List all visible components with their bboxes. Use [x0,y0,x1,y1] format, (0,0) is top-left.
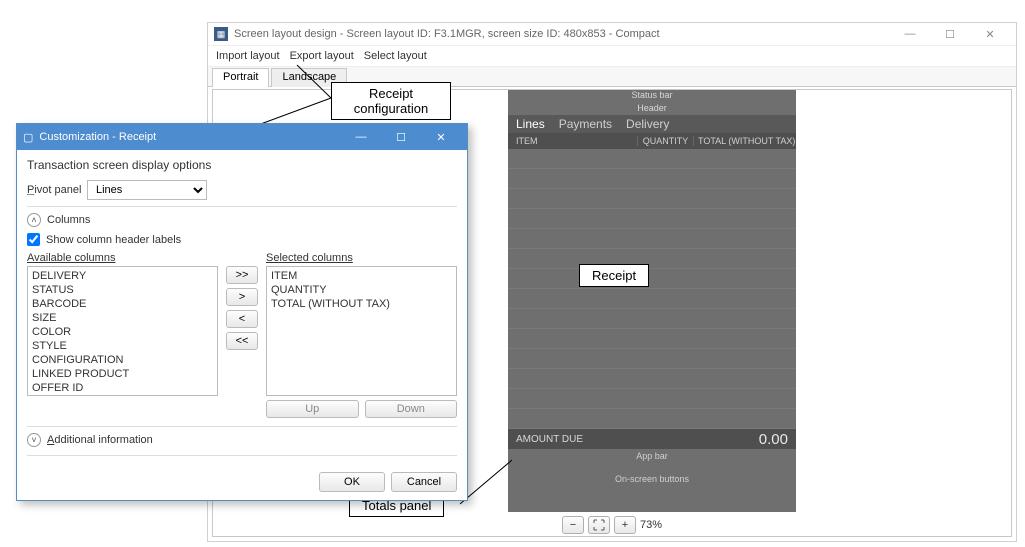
receipt-row [508,369,796,389]
receipt-row [508,149,796,169]
list-item[interactable]: ORIGINAL PRICE [32,395,213,396]
dialog-footer: OK Cancel [17,466,467,500]
selected-columns-label: Selected columns [266,252,457,264]
pivot-tab-lines[interactable]: Lines [516,117,545,131]
ok-button[interactable]: OK [319,472,385,492]
move-down-button[interactable]: Down [365,400,458,418]
additional-info-label: Additional information [47,434,153,446]
device-onscreen-buttons-region: On-screen buttons [508,463,796,495]
collapse-columns-icon[interactable]: ˄ [27,213,41,227]
list-item[interactable]: STYLE [32,339,213,353]
dialog-minimize-button[interactable]: — [341,127,381,147]
totals-panel: AMOUNT DUE 0.00 [508,429,796,449]
window-controls: — ☐ ✕ [890,24,1010,44]
device-appbar-region: App bar [508,449,796,463]
amount-due-label: AMOUNT DUE [516,434,583,445]
pivot-panel-select[interactable]: Lines [87,180,207,200]
zoom-fit-button[interactable] [588,516,610,534]
customization-dialog: ▢ Customization - Receipt — ☐ ✕ Transact… [16,123,468,501]
dialog-title: Customization - Receipt [39,131,156,143]
list-item[interactable]: BARCODE [32,297,213,311]
app-icon: ▦ [214,27,228,41]
import-layout-menu[interactable]: Import layout [216,50,280,62]
callout-text: configuration [344,101,438,116]
list-item[interactable]: DELIVERY [32,269,213,283]
list-item[interactable]: LINKED PRODUCT [32,367,213,381]
zoom-out-button[interactable]: − [562,516,584,534]
designer-toolbar: Import layout Export layout Select layou… [208,45,1016,67]
list-item[interactable]: OFFER ID [32,381,213,395]
tab-portrait[interactable]: Portrait [212,68,269,87]
available-columns-list[interactable]: DELIVERYSTATUSBARCODESIZECOLORSTYLECONFI… [27,266,218,396]
list-item[interactable]: QUANTITY [271,283,452,297]
list-item[interactable]: TOTAL (WITHOUT TAX) [271,297,452,311]
device-preview: Status bar Header Lines Payments Deliver… [508,90,796,512]
device-header-region: Header [508,101,796,115]
col-total: TOTAL (WITHOUT TAX) [694,136,796,146]
mover-buttons: >> > < << [226,266,258,418]
move-all-left-button[interactable]: << [226,332,258,350]
receipt-row [508,169,796,189]
callout-text: Receipt [344,86,438,101]
move-right-button[interactable]: > [226,288,258,306]
move-left-button[interactable]: < [226,310,258,328]
receipt-row [508,309,796,329]
list-item[interactable]: STATUS [32,283,213,297]
zoom-in-button[interactable]: + [614,516,636,534]
cancel-button[interactable]: Cancel [391,472,457,492]
zoom-value: 73% [640,519,662,531]
columns-section-label: Columns [47,214,90,226]
col-quantity: QUANTITY [638,136,694,146]
available-columns-label: Available columns [27,252,218,264]
callout-receipt: Receipt [579,264,649,287]
window-title: Screen layout design - Screen layout ID:… [234,28,660,40]
device-pivot-tabs: Lines Payments Delivery [508,115,796,133]
show-header-labels-label: Show column header labels [46,234,181,246]
maximize-button[interactable]: ☐ [930,24,970,44]
orientation-tabs: Portrait Landscape [208,67,1016,87]
select-layout-menu[interactable]: Select layout [364,50,427,62]
pivot-tab-payments[interactable]: Payments [559,117,612,131]
callout-receipt-config: Receipt configuration [331,82,451,120]
pivot-tab-delivery[interactable]: Delivery [626,117,669,131]
receipt-row [508,329,796,349]
receipt-row [508,229,796,249]
export-layout-menu[interactable]: Export layout [290,50,354,62]
receipt-row [508,249,796,269]
receipt-row [508,409,796,429]
dialog-body: Transaction screen display options Pivot… [17,150,467,466]
close-button[interactable]: ✕ [970,24,1010,44]
fit-icon [593,519,605,531]
show-header-labels-checkbox[interactable] [27,233,40,246]
receipt-row [508,209,796,229]
receipt-row [508,289,796,309]
dialog-titlebar: ▢ Customization - Receipt — ☐ ✕ [17,124,467,150]
list-item[interactable]: COLOR [32,325,213,339]
pivot-panel-label: Pivot panel [27,184,87,196]
dialog-close-button[interactable]: ✕ [421,127,461,147]
move-all-right-button[interactable]: >> [226,266,258,284]
list-item[interactable]: ITEM [271,269,452,283]
callout-text: Receipt [592,268,636,283]
amount-due-value: 0.00 [759,431,788,448]
expand-additional-info-icon[interactable]: ˅ [27,433,41,447]
window-titlebar: ▦ Screen layout design - Screen layout I… [208,23,1016,45]
receipt-row [508,189,796,209]
zoom-control: − + 73% [213,516,1011,534]
receipt-column-headers: ITEM QUANTITY TOTAL (WITHOUT TAX) [508,133,796,149]
receipt-row [508,389,796,409]
list-item[interactable]: CONFIGURATION [32,353,213,367]
col-item: ITEM [508,136,638,146]
minimize-button[interactable]: — [890,24,930,44]
receipt-row [508,349,796,369]
dialog-subtitle: Transaction screen display options [27,158,457,172]
receipt-rows [508,149,796,429]
receipt-row [508,269,796,289]
selected-columns-list[interactable]: ITEMQUANTITYTOTAL (WITHOUT TAX) [266,266,457,396]
list-item[interactable]: SIZE [32,311,213,325]
dialog-maximize-button[interactable]: ☐ [381,127,421,147]
device-status-bar: Status bar [508,90,796,101]
move-up-button[interactable]: Up [266,400,359,418]
